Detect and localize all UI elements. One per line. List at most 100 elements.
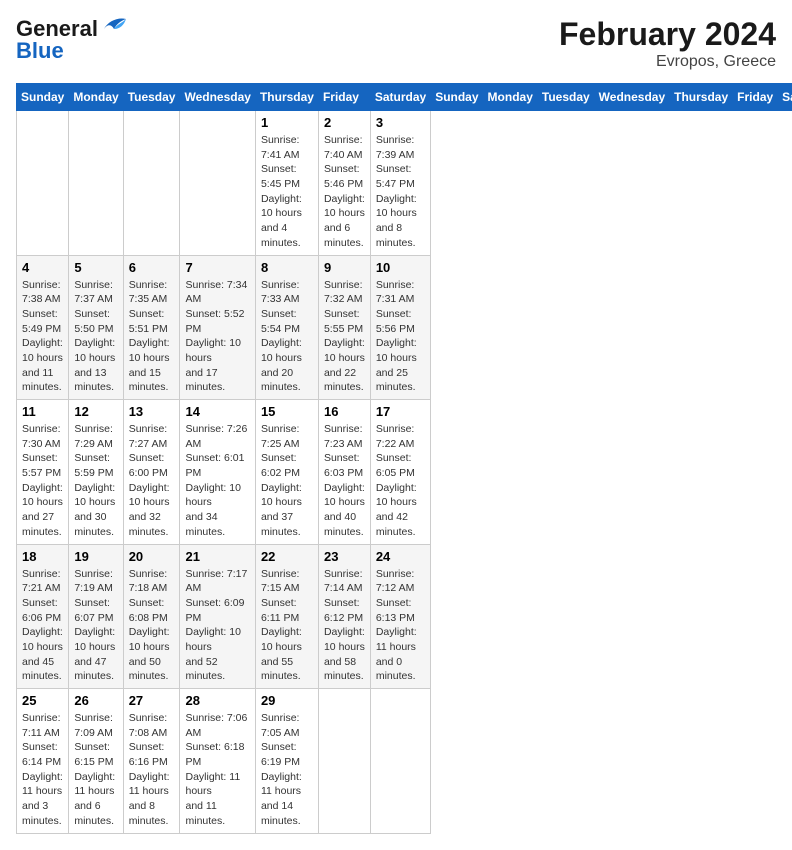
day-cell: 16 Sunrise: 7:23 AM Sunset: 6:03 PM Dayli… (318, 400, 370, 545)
calendar-header-row: SundayMondayTuesdayWednesdayThursdayFrid… (17, 84, 792, 111)
day-detail: Sunrise: 7:41 AM Sunset: 5:45 PM Dayligh… (261, 133, 313, 251)
day-detail: Sunrise: 7:32 AM Sunset: 5:55 PM Dayligh… (324, 278, 365, 396)
day-detail: Sunrise: 7:18 AM Sunset: 6:08 PM Dayligh… (129, 567, 175, 685)
day-detail: Sunrise: 7:21 AM Sunset: 6:06 PM Dayligh… (22, 567, 63, 685)
week-row-1: 1Sunrise: 7:41 AM Sunset: 5:45 PM Daylig… (17, 111, 792, 256)
day-number: 6 (129, 260, 175, 275)
day-detail: Sunrise: 7:22 AM Sunset: 6:05 PM Dayligh… (376, 422, 425, 540)
week-row-3: 11 Sunrise: 7:30 AM Sunset: 5:57 PM Dayli… (17, 400, 792, 545)
day-cell: 13 Sunrise: 7:27 AM Sunset: 6:00 PM Dayli… (123, 400, 180, 545)
day-cell: 23 Sunrise: 7:14 AM Sunset: 6:12 PM Dayli… (318, 544, 370, 689)
logo-bird-icon (100, 15, 126, 37)
day-detail: Sunrise: 7:19 AM Sunset: 6:07 PM Dayligh… (74, 567, 117, 685)
col-header-thursday: Thursday (255, 84, 318, 111)
day-number: 3 (376, 115, 425, 130)
day-cell: 19 Sunrise: 7:19 AM Sunset: 6:07 PM Dayli… (69, 544, 123, 689)
day-cell: 7 Sunrise: 7:34 AM Sunset: 5:52 PM Daylig… (180, 255, 255, 400)
day-cell: 11 Sunrise: 7:30 AM Sunset: 5:57 PM Dayli… (17, 400, 69, 545)
day-cell: 5 Sunrise: 7:37 AM Sunset: 5:50 PM Daylig… (69, 255, 123, 400)
col-header-wednesday: Wednesday (180, 84, 255, 111)
day-detail: Sunrise: 7:14 AM Sunset: 6:12 PM Dayligh… (324, 567, 365, 685)
day-detail: Sunrise: 7:25 AM Sunset: 6:02 PM Dayligh… (261, 422, 313, 540)
day-number: 19 (74, 549, 117, 564)
day-number: 14 (185, 404, 249, 419)
day-cell: 28 Sunrise: 7:06 AM Sunset: 6:18 PM Dayli… (180, 689, 255, 834)
day-detail: Sunrise: 7:33 AM Sunset: 5:54 PM Dayligh… (261, 278, 313, 396)
location-subtitle: Evropos, Greece (559, 53, 776, 71)
day-cell: 20Sunrise: 7:18 AM Sunset: 6:08 PM Dayli… (123, 544, 180, 689)
day-number: 16 (324, 404, 365, 419)
col-header-wednesday: Wednesday (594, 84, 669, 111)
day-cell: 27Sunrise: 7:08 AM Sunset: 6:16 PM Dayli… (123, 689, 180, 834)
day-number: 29 (261, 693, 313, 708)
day-detail: Sunrise: 7:39 AM Sunset: 5:47 PM Dayligh… (376, 133, 425, 251)
day-number: 8 (261, 260, 313, 275)
day-number: 9 (324, 260, 365, 275)
day-cell: 29 Sunrise: 7:05 AM Sunset: 6:19 PM Dayli… (255, 689, 318, 834)
day-detail: Sunrise: 7:06 AM Sunset: 6:18 PM Dayligh… (185, 711, 249, 829)
col-header-sunday: Sunday (431, 84, 483, 111)
day-cell: 24 Sunrise: 7:12 AM Sunset: 6:13 PM Dayli… (370, 544, 430, 689)
page-header: General Blue February 2024 Evropos, Gree… (16, 16, 776, 71)
day-detail: Sunrise: 7:27 AM Sunset: 6:00 PM Dayligh… (129, 422, 175, 540)
day-number: 28 (185, 693, 249, 708)
day-cell: 14 Sunrise: 7:26 AM Sunset: 6:01 PM Dayli… (180, 400, 255, 545)
day-number: 26 (74, 693, 117, 708)
day-cell (123, 111, 180, 256)
day-cell: 17 Sunrise: 7:22 AM Sunset: 6:05 PM Dayli… (370, 400, 430, 545)
day-number: 27 (129, 693, 175, 708)
col-header-monday: Monday (483, 84, 537, 111)
day-cell: 12Sunrise: 7:29 AM Sunset: 5:59 PM Dayli… (69, 400, 123, 545)
day-cell: 26 Sunrise: 7:09 AM Sunset: 6:15 PM Dayli… (69, 689, 123, 834)
day-detail: Sunrise: 7:26 AM Sunset: 6:01 PM Dayligh… (185, 422, 249, 540)
day-cell: 4Sunrise: 7:38 AM Sunset: 5:49 PM Daylig… (17, 255, 69, 400)
day-cell: 1Sunrise: 7:41 AM Sunset: 5:45 PM Daylig… (255, 111, 318, 256)
day-number: 15 (261, 404, 313, 419)
day-detail: Sunrise: 7:34 AM Sunset: 5:52 PM Dayligh… (185, 278, 249, 396)
day-detail: Sunrise: 7:37 AM Sunset: 5:50 PM Dayligh… (74, 278, 117, 396)
col-header-friday: Friday (318, 84, 370, 111)
day-cell (318, 689, 370, 834)
week-row-2: 4Sunrise: 7:38 AM Sunset: 5:49 PM Daylig… (17, 255, 792, 400)
day-detail: Sunrise: 7:05 AM Sunset: 6:19 PM Dayligh… (261, 711, 313, 829)
day-number: 5 (74, 260, 117, 275)
day-number: 17 (376, 404, 425, 419)
day-number: 12 (74, 404, 117, 419)
day-detail: Sunrise: 7:12 AM Sunset: 6:13 PM Dayligh… (376, 567, 425, 685)
day-cell: 6 Sunrise: 7:35 AM Sunset: 5:51 PM Daylig… (123, 255, 180, 400)
day-cell: 3 Sunrise: 7:39 AM Sunset: 5:47 PM Daylig… (370, 111, 430, 256)
day-cell (370, 689, 430, 834)
day-number: 18 (22, 549, 63, 564)
day-detail: Sunrise: 7:30 AM Sunset: 5:57 PM Dayligh… (22, 422, 63, 540)
day-detail: Sunrise: 7:17 AM Sunset: 6:09 PM Dayligh… (185, 567, 249, 685)
col-header-sunday: Sunday (17, 84, 69, 111)
day-number: 22 (261, 549, 313, 564)
day-cell: 10 Sunrise: 7:31 AM Sunset: 5:56 PM Dayli… (370, 255, 430, 400)
day-detail: Sunrise: 7:09 AM Sunset: 6:15 PM Dayligh… (74, 711, 117, 829)
day-detail: Sunrise: 7:15 AM Sunset: 6:11 PM Dayligh… (261, 567, 313, 685)
col-header-monday: Monday (69, 84, 123, 111)
day-number: 13 (129, 404, 175, 419)
day-number: 10 (376, 260, 425, 275)
day-detail: Sunrise: 7:35 AM Sunset: 5:51 PM Dayligh… (129, 278, 175, 396)
day-cell: 25Sunrise: 7:11 AM Sunset: 6:14 PM Dayli… (17, 689, 69, 834)
day-cell: 18 Sunrise: 7:21 AM Sunset: 6:06 PM Dayli… (17, 544, 69, 689)
week-row-5: 25Sunrise: 7:11 AM Sunset: 6:14 PM Dayli… (17, 689, 792, 834)
day-cell: 22 Sunrise: 7:15 AM Sunset: 6:11 PM Dayli… (255, 544, 318, 689)
day-number: 11 (22, 404, 63, 419)
day-cell: 8 Sunrise: 7:33 AM Sunset: 5:54 PM Daylig… (255, 255, 318, 400)
day-detail: Sunrise: 7:23 AM Sunset: 6:03 PM Dayligh… (324, 422, 365, 540)
day-detail: Sunrise: 7:11 AM Sunset: 6:14 PM Dayligh… (22, 711, 63, 829)
day-detail: Sunrise: 7:40 AM Sunset: 5:46 PM Dayligh… (324, 133, 365, 251)
day-cell: 9 Sunrise: 7:32 AM Sunset: 5:55 PM Daylig… (318, 255, 370, 400)
day-detail: Sunrise: 7:31 AM Sunset: 5:56 PM Dayligh… (376, 278, 425, 396)
day-number: 4 (22, 260, 63, 275)
week-row-4: 18 Sunrise: 7:21 AM Sunset: 6:06 PM Dayli… (17, 544, 792, 689)
day-number: 24 (376, 549, 425, 564)
title-block: February 2024 Evropos, Greece (559, 16, 776, 71)
logo: General Blue (16, 16, 126, 64)
day-cell: 2Sunrise: 7:40 AM Sunset: 5:46 PM Daylig… (318, 111, 370, 256)
day-number: 23 (324, 549, 365, 564)
day-cell (69, 111, 123, 256)
day-number: 7 (185, 260, 249, 275)
